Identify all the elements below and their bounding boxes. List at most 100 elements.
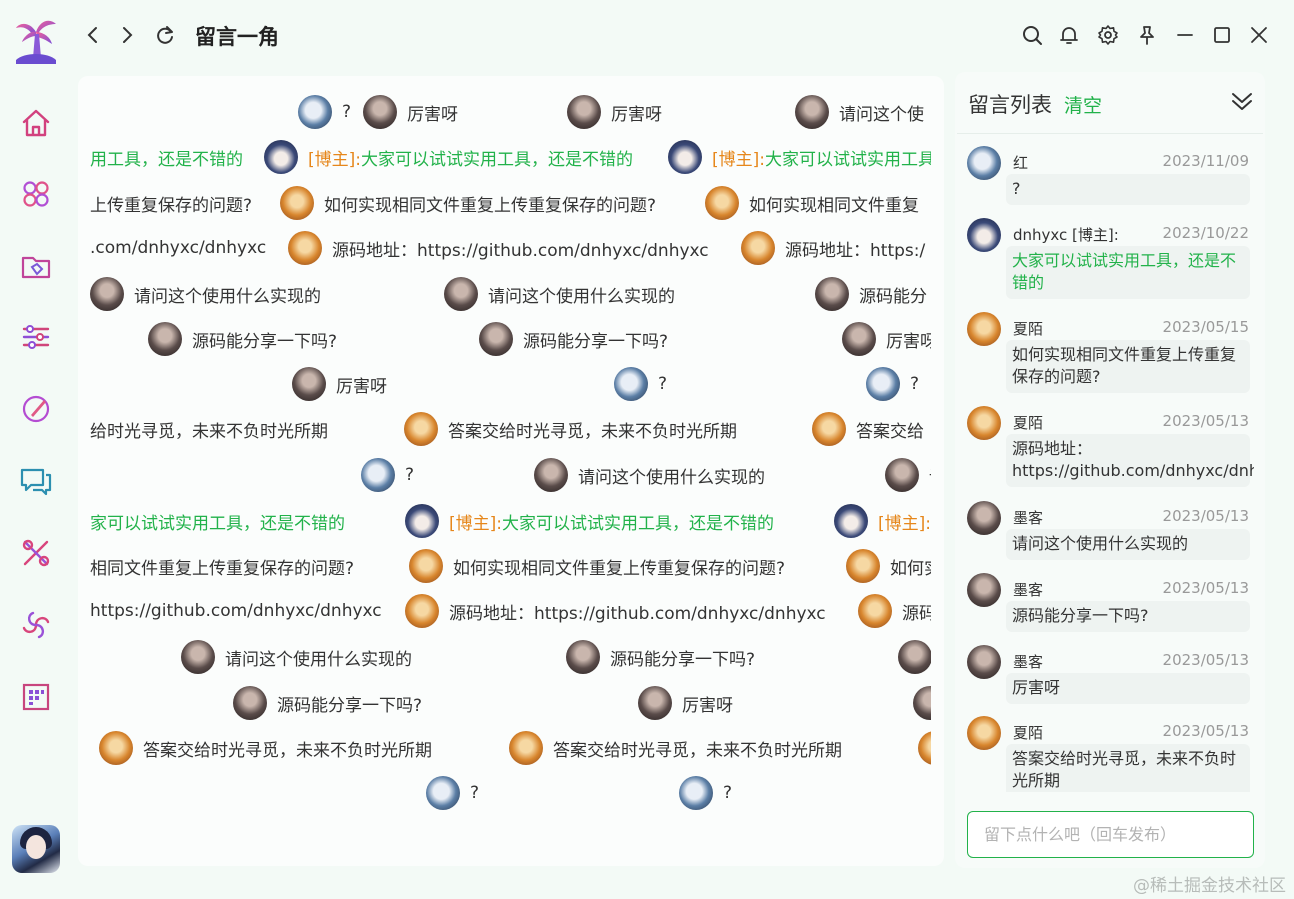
avatar[interactable] [967, 501, 1001, 535]
avatar[interactable] [967, 312, 1001, 346]
comment-date: 2023/05/13 [1162, 722, 1249, 740]
maximize-button[interactable] [1209, 22, 1235, 48]
danmaku-item[interactable]: 源码地址：https://github.com/dnhyxc/dnhyxc [405, 593, 826, 629]
danmaku-item[interactable]: [博主]: 大家可以试试实用工具 [668, 139, 931, 175]
nav-settings[interactable] [18, 319, 54, 355]
user-avatar[interactable] [12, 825, 60, 873]
danmaku-item[interactable]: 源码能分享一下吗? [566, 639, 755, 675]
danmaku-text: 源码能分 [859, 286, 927, 307]
comment-input[interactable] [967, 811, 1254, 858]
avatar [858, 594, 892, 628]
avatar [479, 322, 513, 356]
danmaku-item[interactable]: [博主]: [834, 503, 931, 539]
danmaku-item[interactable]: 源码地址：https:/ [741, 230, 925, 266]
danmaku-text: 源码地址：https://github.com/dnhyxc/dnhyxc [449, 603, 826, 624]
nav-home[interactable] [18, 105, 54, 141]
danmaku-text: .com/dnhyxc/dnhyxc [90, 238, 267, 258]
danmaku-text: ? [405, 465, 415, 485]
nav-apps[interactable] [18, 176, 54, 212]
danmaku-item[interactable]: 请问这个使用什么实现的 [90, 276, 321, 312]
notification-button[interactable] [1056, 22, 1082, 48]
danmaku-item[interactable]: 厉害呀 [567, 94, 662, 130]
avatar[interactable] [967, 146, 1001, 180]
comment-date: 2023/05/13 [1162, 412, 1249, 430]
danmaku-item[interactable]: 如何实现相同文件重复上传重复保存的问题? [280, 185, 656, 221]
danmaku-item[interactable]: .com/dnhyxc/dnhyxc [90, 230, 266, 266]
danmaku-item[interactable]: 如何实 [846, 548, 931, 584]
refresh-button[interactable] [152, 22, 178, 48]
nav-grid[interactable] [18, 679, 54, 715]
danmaku-item[interactable]: 相同文件重复上传重复保存的问题? [90, 548, 354, 584]
forward-button[interactable] [114, 22, 140, 48]
nav-chat[interactable] [18, 463, 54, 499]
danmaku-item[interactable]: 答案交给时光寻觅，未来不负时光所期 [99, 730, 432, 766]
avatar [148, 322, 182, 356]
danmaku-item[interactable]: [博主]: 大家可以试试实用工具，还是不错的 [264, 139, 633, 175]
avatar [233, 686, 267, 720]
avatar [426, 776, 460, 810]
danmaku-item[interactable]: 厉害呀 [363, 94, 458, 130]
danmaku-item[interactable]: 厉害呀 [842, 321, 931, 357]
nav-brush[interactable] [18, 391, 54, 427]
danmaku-item[interactable]: https://github.com/dnhyxc/dnhyxc [90, 593, 382, 629]
avatar[interactable] [967, 645, 1001, 679]
search-button[interactable] [1019, 22, 1045, 48]
settings-button[interactable] [1095, 22, 1121, 48]
danmaku-item[interactable]: 请问这个使用什么实现的 [444, 276, 675, 312]
danmaku-item[interactable]: 源码地址：https://github.com/dnhyxc/dnhyxc [288, 230, 709, 266]
danmaku-item[interactable] [913, 685, 931, 721]
grid-icon [22, 683, 50, 711]
host-prefix: [博主]: [878, 513, 931, 534]
danmaku-item[interactable]: 家可以试试实用工具，还是不错的 [90, 503, 345, 539]
avatar[interactable] [967, 406, 1001, 440]
danmaku-item[interactable] [918, 730, 931, 766]
back-button[interactable] [80, 22, 106, 48]
danmaku-item[interactable]: ? [426, 775, 479, 811]
clear-button[interactable]: 清空 [1064, 91, 1102, 118]
danmaku-item[interactable]: 答案交给时光寻觅，未来不负时光所期 [509, 730, 842, 766]
comment-date: 2023/11/09 [1162, 152, 1249, 170]
danmaku-item[interactable]: ? [298, 94, 351, 130]
avatar [405, 504, 439, 538]
nav-folder[interactable] [18, 248, 54, 284]
danmaku-item[interactable]: 源码能分 [815, 276, 927, 312]
danmaku-item[interactable]: ? [614, 366, 667, 402]
danmaku-item[interactable]: 源 [898, 639, 931, 675]
danmaku-text: 源码能分享一下吗? [277, 695, 423, 716]
pin-button[interactable] [1134, 22, 1160, 48]
app-logo-icon[interactable] [14, 18, 58, 64]
danmaku-item[interactable]: 源码 [858, 593, 931, 629]
danmaku-item[interactable]: 源码能分享一下吗? [479, 321, 668, 357]
nav-tools[interactable] [18, 535, 54, 571]
danmaku-item[interactable]: ? [866, 366, 919, 402]
danmaku-text: 源码 [902, 603, 931, 624]
danmaku-text: 请问这个使用什么实现的 [488, 286, 675, 307]
avatar[interactable] [967, 218, 1001, 252]
close-button[interactable] [1246, 22, 1272, 48]
danmaku-item[interactable]: 源码能分享一下吗? [233, 685, 422, 721]
danmaku-item[interactable]: ? [361, 457, 414, 493]
danmaku-item[interactable]: 给时光寻觅，未来不负时光所期 [90, 411, 328, 447]
avatar[interactable] [967, 716, 1001, 750]
avatar[interactable] [967, 573, 1001, 607]
danmaku-item[interactable]: 请问这个使 [795, 94, 924, 130]
danmaku-item[interactable]: [博主]: 大家可以试试实用工具，还是不错的 [405, 503, 774, 539]
avatar [405, 594, 439, 628]
avatar [866, 367, 900, 401]
danmaku-item[interactable]: 请问这个使用什么实现的 [181, 639, 412, 675]
danmaku-item[interactable]: ? [679, 775, 732, 811]
danmaku-item[interactable]: 答案交给时光寻觅，未来不负时光所期 [404, 411, 737, 447]
danmaku-item[interactable]: 用工具，还是不错的 [90, 139, 243, 175]
minimize-button[interactable] [1172, 22, 1198, 48]
danmaku-item[interactable]: 上传重复保存的问题? [90, 185, 252, 221]
danmaku-item[interactable]: 答案交给 [812, 411, 924, 447]
danmaku-item[interactable]: 如何实现相同文件重复 [705, 185, 919, 221]
danmaku-item[interactable]: 源码能分享一下吗? [148, 321, 337, 357]
danmaku-item[interactable]: 请问这个使用什么实现的 [534, 457, 765, 493]
nav-swirl[interactable] [18, 607, 54, 643]
danmaku-item[interactable]: 厉害呀 [638, 685, 733, 721]
collapse-button[interactable] [1228, 88, 1256, 116]
danmaku-item[interactable]: 厉害呀 [292, 366, 387, 402]
danmaku-item[interactable]: 如何实现相同文件重复上传重复保存的问题? [409, 548, 785, 584]
danmaku-item[interactable]: 请 [885, 457, 931, 493]
